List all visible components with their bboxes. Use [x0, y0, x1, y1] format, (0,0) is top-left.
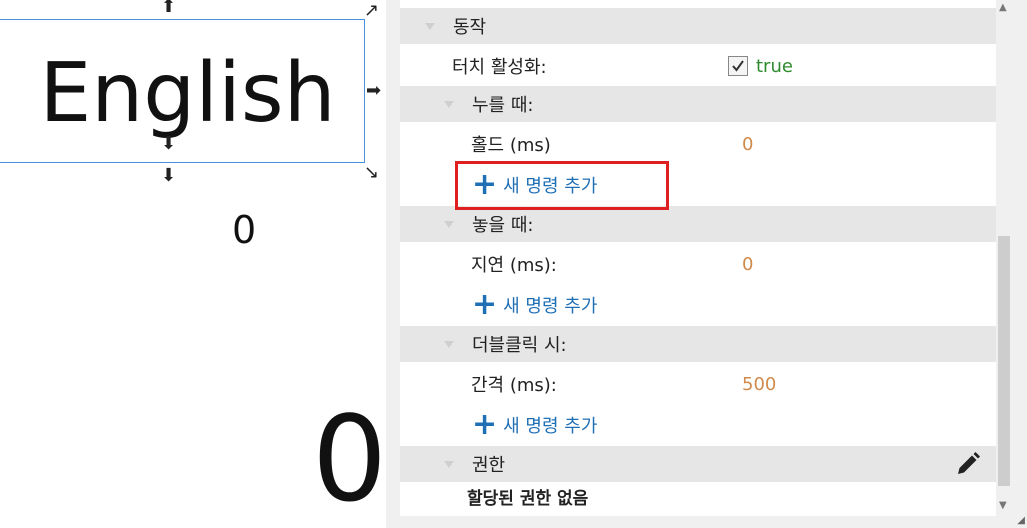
large-counter: 0 [312, 390, 386, 528]
collapse-caret-icon[interactable] [444, 340, 454, 348]
section-title: 놓을 때: [472, 215, 534, 236]
design-canvas[interactable]: English ⬆ ↗ ➡ ↘ ⬇ ⬇ 0 0 [0, 0, 386, 528]
highlight-box [455, 161, 669, 210]
permissions-empty-text: 할당된 권한 없음 [467, 488, 589, 509]
resize-handle-top-icon[interactable]: ⬆ [161, 0, 176, 16]
section-header-on-press[interactable]: 누를 때: [400, 86, 996, 122]
scroll-up-arrow-icon[interactable]: ▲ [999, 2, 1007, 13]
vertical-scrollbar[interactable]: ▲ ▼ [996, 0, 1014, 516]
collapse-caret-icon[interactable] [425, 22, 435, 30]
property-row-touch-enable: 터치 활성화: true [400, 48, 996, 84]
add-command-button[interactable]: + 새 명령 추가 [472, 410, 597, 440]
hold-value-field[interactable]: 0 [742, 134, 753, 155]
properties-panel: 동작 터치 활성화: true 누를 때: 홀드 (ms) 0 + 새 명령 추… [386, 0, 1027, 528]
touch-enable-value: true [756, 55, 793, 77]
resize-handle-middle-icon[interactable]: ⬇ [161, 135, 176, 153]
permissions-empty-row: 할당된 권한 없음 [400, 480, 996, 512]
scrollbar-thumb[interactable] [998, 236, 1010, 486]
text-widget-label: English [39, 45, 336, 141]
property-row-hold: 홀드 (ms) 0 [400, 126, 996, 162]
properties-list: 동작 터치 활성화: true 누를 때: 홀드 (ms) 0 + 새 명령 추… [400, 0, 996, 516]
section-header-on-release[interactable]: 놓을 때: [400, 206, 996, 242]
property-row-delay: 지연 (ms): 0 [400, 246, 996, 282]
property-row-interval: 간격 (ms): 500 [400, 366, 996, 402]
add-command-button[interactable]: + 새 명령 추가 [472, 290, 597, 320]
add-command-label: 새 명령 추가 [503, 416, 598, 437]
add-command-row-double-click: + 새 명령 추가 [400, 407, 996, 443]
resize-handle-bottom-icon[interactable]: ⬇ [161, 167, 176, 185]
section-header-permissions[interactable]: 권한 [400, 446, 996, 482]
interval-value-field[interactable]: 500 [742, 374, 776, 395]
property-label: 지연 (ms): [471, 255, 557, 276]
collapse-caret-icon[interactable] [444, 460, 454, 468]
scroll-down-arrow-icon[interactable]: ▼ [999, 500, 1007, 511]
add-command-row-release: + 새 명령 추가 [400, 287, 996, 323]
section-title: 동작 [453, 17, 487, 38]
check-icon[interactable] [728, 56, 748, 76]
resize-handle-top-right-icon[interactable]: ↗ [364, 2, 379, 20]
add-command-label: 새 명령 추가 [503, 296, 598, 317]
section-header-behavior[interactable]: 동작 [400, 8, 996, 44]
plus-icon: + [472, 287, 498, 322]
property-label: 터치 활성화: [452, 57, 547, 78]
resize-grip-icon[interactable]: ◢ [1017, 515, 1025, 526]
property-label: 홀드 (ms) [471, 135, 551, 156]
section-title: 권한 [472, 455, 506, 476]
delay-value-field[interactable]: 0 [742, 254, 753, 275]
touch-enable-checkbox[interactable]: true [728, 56, 793, 77]
plus-icon: + [472, 407, 498, 442]
section-title: 누를 때: [472, 95, 534, 116]
property-label: 간격 (ms): [471, 375, 557, 396]
pencil-icon[interactable] [954, 450, 982, 483]
resize-handle-bottom-right-icon[interactable]: ↘ [364, 164, 379, 182]
text-widget[interactable]: English [0, 19, 365, 163]
section-header-on-double-click[interactable]: 더블클릭 시: [400, 326, 996, 362]
collapse-caret-icon[interactable] [444, 220, 454, 228]
small-counter: 0 [232, 208, 257, 252]
resize-handle-right-icon[interactable]: ➡ [366, 82, 381, 100]
collapse-caret-icon[interactable] [444, 100, 454, 108]
section-title: 더블클릭 시: [472, 335, 567, 356]
